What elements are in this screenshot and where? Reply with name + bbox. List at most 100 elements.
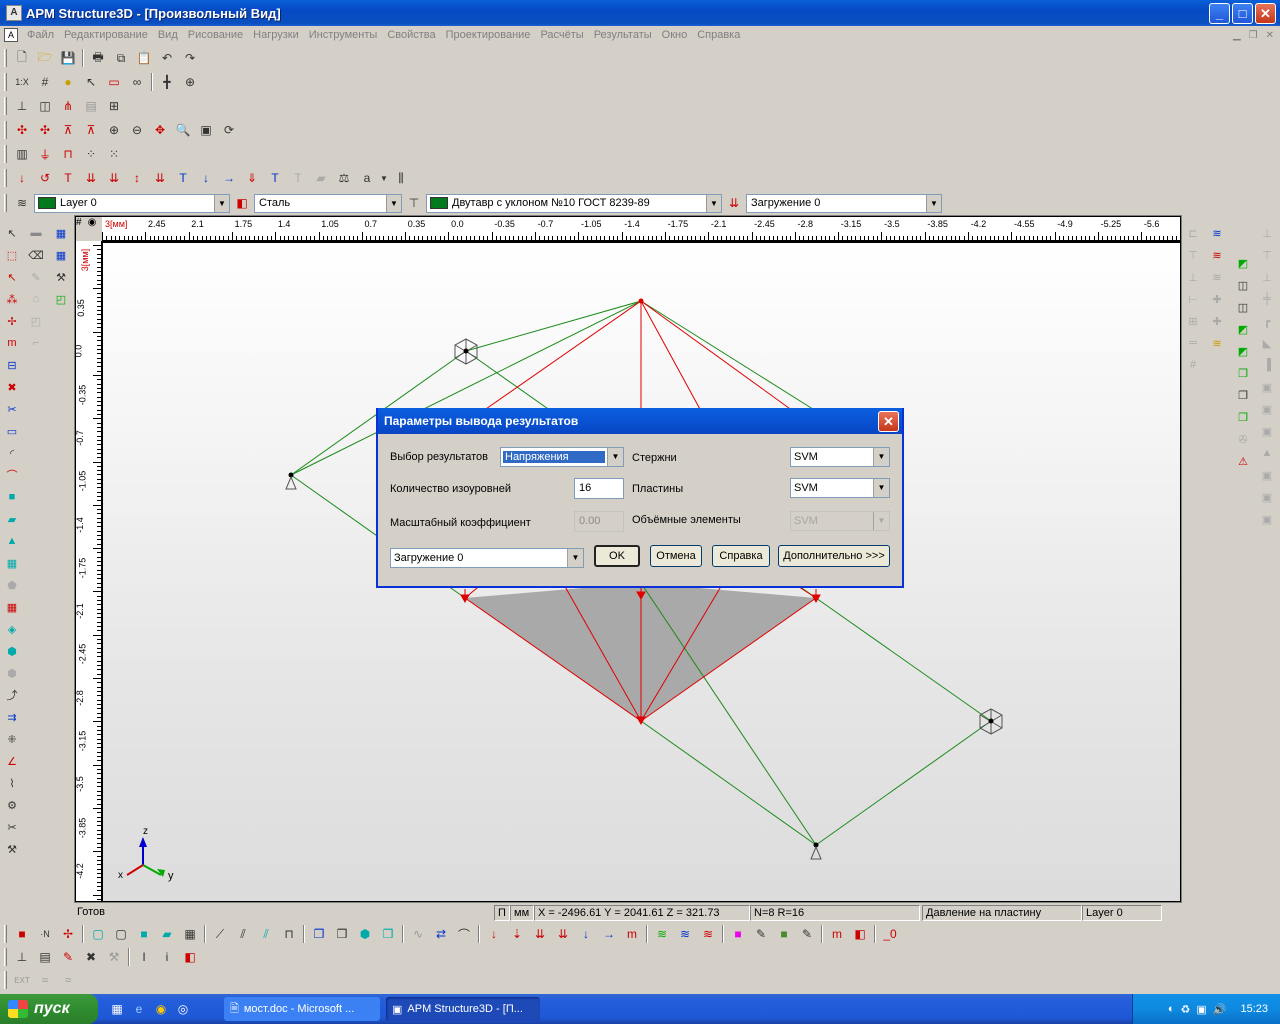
layers-icon[interactable]: ≋ <box>11 192 33 214</box>
triangle-icon[interactable]: ▲ <box>1 530 23 552</box>
copy-red-2-icon[interactable]: ◧ <box>179 946 201 968</box>
quicklaunch-app-icon[interactable]: ◎ <box>172 998 194 1020</box>
load-arrow-icon[interactable]: ↕ <box>126 167 148 189</box>
moment-icon[interactable]: ↺ <box>34 167 56 189</box>
delete-node-icon[interactable]: ✖ <box>1 376 23 398</box>
scale-1x-icon[interactable]: 1:X <box>11 71 33 93</box>
force-down-icon[interactable]: ↓ <box>11 167 33 189</box>
layers-link-icon[interactable]: ≋ <box>1206 266 1228 288</box>
beam-grid-icon[interactable]: ⊞ <box>1182 310 1204 332</box>
close-button[interactable]: ✕ <box>1255 2 1276 24</box>
add-node-icon[interactable]: ✢ <box>1 310 23 332</box>
hammer-icon[interactable]: ⚒ <box>50 266 72 288</box>
plate-quad-icon[interactable]: ▰ <box>1 508 23 530</box>
tray-icon-3[interactable]: ▣ <box>1196 1003 1206 1016</box>
force-dist-icon[interactable]: ⇊ <box>552 923 574 945</box>
support-gray-12-icon[interactable]: ▣ <box>1256 464 1278 486</box>
ok-button[interactable]: OK <box>594 545 640 567</box>
plate-frame-icon[interactable]: ▢ <box>110 923 132 945</box>
support-gray-6-icon[interactable]: ◣ <box>1256 332 1278 354</box>
support-gray-11-icon[interactable]: ▲ <box>1256 442 1278 464</box>
support-gray-3-icon[interactable]: ⊥ <box>1256 266 1278 288</box>
tray-icon-1[interactable]: ◐ <box>1168 1003 1175 1015</box>
plate-cyan-icon[interactable]: ▢ <box>87 923 109 945</box>
volume-select[interactable]: SVM ▼ <box>790 511 890 531</box>
structure-grid-2-icon[interactable]: ▦ <box>50 244 72 266</box>
load-node-icon[interactable]: ↓ <box>195 167 217 189</box>
house-icon[interactable]: ⌂ <box>25 288 47 310</box>
curve-icon[interactable]: ⌒ <box>1 464 23 486</box>
material-icon[interactable]: ◧ <box>231 192 253 214</box>
levels-input[interactable]: 16 <box>574 478 624 499</box>
eraser-icon[interactable]: ⌫ <box>25 244 47 266</box>
dialog-close-button[interactable]: ✕ <box>878 410 899 432</box>
pen-2-icon[interactable]: ✎ <box>796 923 818 945</box>
node-icon[interactable]: ⋔ <box>57 95 79 117</box>
mass-bottom-icon[interactable]: m <box>621 923 643 945</box>
save-icon[interactable]: 💾 <box>57 47 79 69</box>
plate-mesh-icon[interactable]: ▦ <box>1 552 23 574</box>
support-gray-1-icon[interactable]: ⊥ <box>1256 222 1278 244</box>
add-gray-icon[interactable]: ✚ <box>1206 288 1228 310</box>
rod-icon[interactable]: ▭ <box>1 420 23 442</box>
view-y-icon[interactable]: ✣ <box>34 119 56 141</box>
support-gray-2-icon[interactable]: ⊤ <box>1256 244 1278 266</box>
start-button[interactable]: пуск <box>0 994 98 1024</box>
frame-icon[interactable]: ⊓ <box>57 143 79 165</box>
angle-icon[interactable]: ∠ <box>1 750 23 772</box>
axes-icon[interactable]: ⊥ <box>11 95 33 117</box>
layer-select[interactable]: Layer 0 ▼ <box>34 193 230 213</box>
tray-icon-2[interactable]: ♻ <box>1180 1003 1190 1016</box>
select-icon[interactable]: ↖ <box>1 222 23 244</box>
plate-disabled-icon[interactable]: ⬟ <box>1 574 23 596</box>
layers-warn-icon[interactable]: ≋ <box>1206 332 1228 354</box>
cube-line-icon[interactable]: ❒ <box>331 923 353 945</box>
crosshair-icon[interactable]: ╋ <box>156 71 178 93</box>
scissors-icon[interactable]: ✂ <box>1 816 23 838</box>
hatch-icon[interactable]: ▤ <box>80 95 102 117</box>
palette-icon[interactable]: ● <box>57 71 79 93</box>
pencil-icon[interactable]: ✎ <box>25 266 47 288</box>
green-box-icon[interactable]: ◩ <box>1232 252 1254 274</box>
structure-grid-icon[interactable]: ▦ <box>50 222 72 244</box>
beam-rot-icon[interactable]: ⊢ <box>1182 288 1204 310</box>
dropdown-icon[interactable]: ▼ <box>379 167 389 189</box>
support-gray-9-icon[interactable]: ▣ <box>1256 398 1278 420</box>
select-rect-icon[interactable]: ⬚ <box>1 244 23 266</box>
load-case-select[interactable]: Загружение 0 ▼ <box>746 193 942 213</box>
section-cross-icon[interactable]: ✖ <box>80 946 102 968</box>
mesh-nodes-icon[interactable]: ⁙ <box>103 143 125 165</box>
mdi-minimize-icon[interactable]: ▁ <box>1233 30 1241 41</box>
wave-2-icon[interactable]: ⇄ <box>430 923 452 945</box>
magenta-square-icon[interactable]: ■ <box>727 923 749 945</box>
menu-draw[interactable]: Рисование <box>183 29 248 41</box>
copy-icon[interactable]: ⧉ <box>110 47 132 69</box>
grid-plate-icon[interactable]: ▦ <box>1 596 23 618</box>
results-select[interactable]: Напряжения ▼ <box>500 447 624 467</box>
layers-blue-icon[interactable]: ≋ <box>1206 222 1228 244</box>
plate-temp-disabled-icon[interactable]: T <box>287 167 309 189</box>
ext-icon[interactable]: EXT <box>11 969 33 991</box>
cancel-button[interactable]: Отмена <box>650 545 702 567</box>
redo-icon[interactable]: ↷ <box>179 47 201 69</box>
open-folder-icon[interactable]: 🗁 <box>34 47 56 69</box>
quicklaunch-ie-icon[interactable]: e <box>128 998 150 1020</box>
cube-cyan-2-icon[interactable]: ❒ <box>377 923 399 945</box>
ruler-corner[interactable]: # ◉ <box>76 217 102 241</box>
print-icon[interactable]: 🖶 <box>87 47 109 69</box>
linear-load-icon[interactable]: ⇊ <box>103 167 125 189</box>
section-icon[interactable]: ⊤ <box>403 192 425 214</box>
force-bar-icon[interactable]: ⇣ <box>506 923 528 945</box>
menu-help[interactable]: Справка <box>692 29 745 41</box>
force-blue-icon[interactable]: ↓ <box>575 923 597 945</box>
section-view-icon[interactable]: ⊥ <box>11 946 33 968</box>
mesh-icon[interactable]: ⁘ <box>80 143 102 165</box>
temperature-beam-icon[interactable]: T <box>172 167 194 189</box>
layer-red-icon[interactable]: ≋ <box>697 923 719 945</box>
menu-design[interactable]: Проектирование <box>441 29 536 41</box>
load-arrows-icon[interactable]: ⇊ <box>149 167 171 189</box>
warning-icon[interactable]: ⚠ <box>1232 450 1254 472</box>
box-outline-2-icon[interactable]: ◫ <box>1232 296 1254 318</box>
view-x-icon[interactable]: ✣ <box>11 119 33 141</box>
view-z-icon[interactable]: ⊼ <box>57 119 79 141</box>
